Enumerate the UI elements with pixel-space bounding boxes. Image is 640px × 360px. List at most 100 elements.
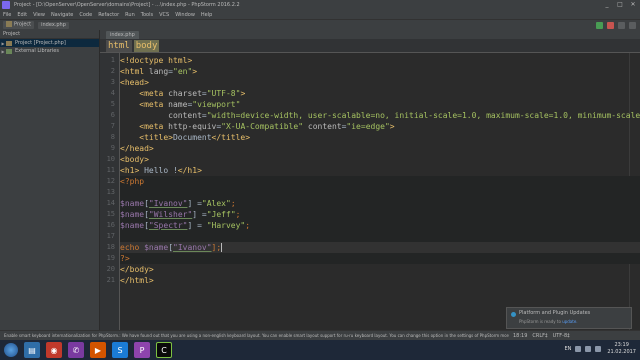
taskbar: ▤ ◉ ✆ ▶ S P C EN 23:19 21.02.2017: [0, 340, 640, 360]
code-token: http-equiv: [168, 122, 217, 131]
code-line-4[interactable]: <meta charset="UTF-8">: [120, 88, 640, 99]
menu-refactor[interactable]: Refactor: [98, 12, 119, 18]
line-number: 17: [106, 232, 115, 240]
code-line-17[interactable]: [120, 231, 640, 242]
code-token: $name: [120, 210, 145, 219]
skype-app-icon[interactable]: S: [112, 342, 128, 358]
language-indicator[interactable]: EN: [564, 346, 571, 352]
code-token: $name: [120, 199, 145, 208]
code-token: content: [120, 111, 202, 120]
code-token: "Ivanov": [148, 199, 188, 208]
line-number: 19: [106, 254, 115, 262]
code-line-16[interactable]: $name["Spectr"] = "Harvey";: [120, 220, 640, 231]
phpstorm-app-icon[interactable]: P: [134, 342, 150, 358]
menu-code[interactable]: Code: [79, 12, 92, 18]
code-line-3[interactable]: <head>: [120, 77, 640, 88]
menu-view[interactable]: View: [33, 12, 45, 18]
toolbar-actions: [596, 22, 636, 29]
breadcrumb-body-tag[interactable]: body: [133, 39, 160, 52]
code-token: ;: [235, 210, 241, 219]
code-line-5[interactable]: <meta name="viewport": [120, 99, 640, 110]
update-link[interactable]: update.: [562, 319, 577, 324]
minimize-button[interactable]: _: [602, 1, 612, 9]
code-token: >: [192, 67, 198, 76]
code-token: "viewport": [192, 100, 241, 109]
code-line-1[interactable]: <!doctype html>: [120, 55, 640, 66]
code-token: <title>: [120, 133, 173, 142]
code-token: "X-UA-Compatible": [221, 122, 304, 131]
breadcrumb-html-tag[interactable]: html: [106, 39, 132, 52]
caret-position[interactable]: 18:19: [513, 333, 527, 339]
camtasia-app-icon[interactable]: C: [156, 342, 172, 358]
code-line-20[interactable]: </body>: [120, 264, 640, 275]
run-icon[interactable]: [596, 22, 603, 29]
code-token: </h1>: [177, 166, 202, 175]
tree-item-external-libraries[interactable]: ▶ External Libraries: [0, 47, 99, 55]
folder-app-icon[interactable]: ▤: [24, 342, 40, 358]
code-token: <meta: [120, 100, 169, 109]
code-line-19[interactable]: ?>: [120, 253, 640, 264]
code-line-8[interactable]: <title>Document</title>: [120, 132, 640, 143]
maximize-button[interactable]: □: [615, 1, 625, 9]
info-icon: [511, 312, 516, 317]
network-icon[interactable]: [575, 346, 582, 352]
line-number-gutter[interactable]: 1 2 3 4 5 6 7 8 9 10 11 12 13 14 15 16 1…: [100, 53, 120, 330]
close-button[interactable]: ✕: [628, 1, 638, 9]
code-token: echo: [120, 243, 145, 252]
menu-bar: File Edit View Navigate Code Refactor Ru…: [0, 10, 640, 19]
code-token: </head>: [120, 144, 154, 153]
code-line-9[interactable]: </head>: [120, 143, 640, 154]
menu-window[interactable]: Window: [175, 12, 195, 18]
code-line-14[interactable]: $name["Ivanov"] ="Alex";: [120, 198, 640, 209]
code-token: name: [168, 100, 188, 109]
menu-navigate[interactable]: Navigate: [51, 12, 73, 18]
menu-vcs[interactable]: VCS: [159, 12, 169, 18]
code-token: ];: [211, 243, 222, 252]
tree-item-project-label: Project [Project.php]: [15, 40, 66, 46]
code-line-7[interactable]: <meta http-equiv="X-UA-Compatible" conte…: [120, 121, 640, 132]
code-line-11[interactable]: <h1> Hello !</h1>: [120, 165, 640, 176]
status-message[interactable]: Enable smart keyboard internationalizati…: [4, 333, 509, 338]
update-notification[interactable]: Platform and Plugin Updates PhpStorm is …: [506, 307, 632, 329]
menu-run[interactable]: Run: [125, 12, 135, 18]
menu-edit[interactable]: Edit: [17, 12, 27, 18]
code-line-10[interactable]: <body>: [120, 154, 640, 165]
code-line-2[interactable]: <html lang="en">: [120, 66, 640, 77]
code-token: </body>: [120, 265, 154, 274]
flag-icon[interactable]: [595, 346, 602, 352]
line-number: 11: [106, 166, 115, 174]
line-separator[interactable]: CRLF‡: [532, 333, 547, 339]
code-token: "Ivanov": [173, 243, 212, 252]
title-bar: Project - [D:\OpenServer\OpenServer\doma…: [0, 0, 640, 10]
code-line-18[interactable]: echo $name["Ivanov"];: [120, 242, 640, 253]
code-line-15[interactable]: $name["Wilsher"] ="Jeff";: [120, 209, 640, 220]
notification-body-text: PhpStorm is ready to: [519, 319, 563, 324]
menu-help[interactable]: Help: [201, 12, 212, 18]
nav-crumb-project[interactable]: Project: [3, 21, 35, 29]
browser-app-icon[interactable]: ◉: [46, 342, 62, 358]
code-line-21[interactable]: </html>: [120, 275, 640, 286]
media-app-icon[interactable]: ▶: [90, 342, 106, 358]
folder-icon: [6, 21, 12, 28]
debug-icon[interactable]: [607, 22, 614, 29]
tab-index-php[interactable]: index.php: [106, 31, 139, 39]
nav-crumb-file[interactable]: index.php: [38, 21, 69, 29]
folder-icon: [6, 40, 12, 46]
code-line-6[interactable]: content="width=device-width, user-scalab…: [120, 110, 640, 121]
volume-icon[interactable]: [585, 346, 592, 352]
project-panel-header[interactable]: Project: [0, 30, 99, 39]
start-button[interactable]: [4, 343, 18, 357]
code-line-13[interactable]: [120, 187, 640, 198]
code-editor[interactable]: <!doctype html> <html lang="en"> <head> …: [120, 53, 640, 330]
settings-icon[interactable]: [618, 22, 625, 29]
file-encoding[interactable]: UTF-8‡: [553, 333, 570, 339]
search-icon[interactable]: [629, 22, 636, 29]
code-line-12[interactable]: <?php: [120, 176, 640, 187]
window-title: Project - [D:\OpenServer\OpenServer\doma…: [14, 2, 240, 8]
tree-item-project[interactable]: ▶ Project [Project.php]: [0, 39, 99, 47]
viber-app-icon[interactable]: ✆: [68, 342, 84, 358]
clock[interactable]: 23:19 21.02.2017: [607, 342, 636, 356]
line-number: 2: [110, 67, 115, 75]
menu-tools[interactable]: Tools: [141, 12, 153, 18]
menu-file[interactable]: File: [3, 12, 11, 18]
